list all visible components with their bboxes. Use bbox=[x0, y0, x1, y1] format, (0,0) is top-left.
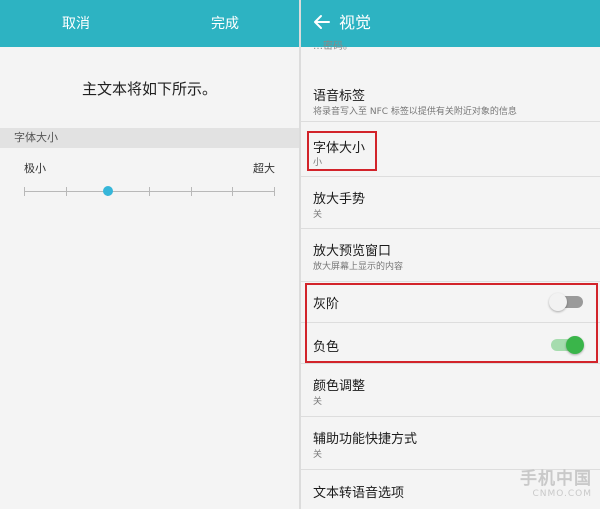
back-arrow-icon[interactable] bbox=[313, 13, 331, 31]
toggle-knob bbox=[549, 293, 567, 311]
done-button[interactable]: 完成 bbox=[211, 15, 239, 33]
slider-tick bbox=[232, 187, 233, 196]
setting-subtitle: 放大屏幕上显示的内容 bbox=[313, 262, 404, 272]
setting-title: 放大预览窗口 bbox=[313, 244, 392, 259]
setting-subtitle: 关 bbox=[313, 397, 323, 407]
scale-max-label: 超大 bbox=[253, 162, 275, 175]
setting-font-size[interactable]: 字体大小 小 bbox=[301, 122, 600, 177]
watermark-sub: CNMO.COM bbox=[532, 489, 592, 499]
partial-description: …密码。 bbox=[313, 41, 353, 52]
preview-text: 主文本将如下所示。 bbox=[81, 80, 217, 98]
font-size-panel: 取消 完成 主文本将如下所示。 字体大小 极小 超大 bbox=[0, 0, 299, 509]
slider-tick bbox=[274, 187, 275, 196]
section-header-font-size: 字体大小 bbox=[0, 128, 299, 148]
slider-tick bbox=[66, 187, 67, 196]
setting-title: 负色 bbox=[313, 340, 340, 355]
slider-thumb[interactable] bbox=[103, 186, 113, 196]
setting-voice-label[interactable]: 语音标签 将录音写入至 NFC 标签以提供有关附近对象的信息 bbox=[301, 67, 600, 122]
slider-tick bbox=[149, 187, 150, 196]
cancel-button[interactable]: 取消 bbox=[62, 15, 90, 33]
grayscale-toggle[interactable] bbox=[549, 293, 583, 311]
setting-subtitle: 关 bbox=[313, 450, 323, 460]
scale-min-label: 极小 bbox=[24, 162, 46, 175]
setting-title: 放大手势 bbox=[313, 192, 366, 207]
setting-subtitle: 将录音写入至 NFC 标签以提供有关附近对象的信息 bbox=[313, 107, 517, 117]
setting-subtitle: 小 bbox=[313, 158, 323, 168]
setting-subtitle: 关 bbox=[313, 210, 323, 220]
page-title: 视觉 bbox=[339, 13, 372, 32]
setting-title: 文本转语音选项 bbox=[313, 486, 405, 501]
toggle-knob bbox=[566, 336, 584, 354]
vision-settings-panel: 视觉 …密码。 语音标签 将录音写入至 NFC 标签以提供有关附近对象的信息 字… bbox=[301, 0, 600, 509]
setting-title: 语音标签 bbox=[313, 89, 366, 104]
setting-color-adjust[interactable]: 颜色调整 关 bbox=[301, 364, 600, 417]
setting-title: 辅助功能快捷方式 bbox=[313, 432, 418, 447]
setting-title: 颜色调整 bbox=[313, 379, 366, 394]
watermark: 手机中国 CNMO.COM bbox=[520, 464, 592, 499]
slider-tick bbox=[24, 187, 25, 196]
setting-magnify-gesture[interactable]: 放大手势 关 bbox=[301, 177, 600, 229]
negative-colors-toggle[interactable] bbox=[551, 336, 584, 354]
watermark-main: 手机中国 bbox=[520, 469, 592, 489]
setting-accessibility-shortcut[interactable]: 辅助功能快捷方式 关 bbox=[301, 417, 600, 470]
setting-negative[interactable]: 负色 bbox=[301, 323, 600, 364]
setting-title: 字体大小 bbox=[313, 141, 366, 156]
slider-tick bbox=[191, 187, 192, 196]
left-header-bar: 取消 完成 bbox=[0, 0, 299, 47]
setting-grayscale[interactable]: 灰阶 bbox=[301, 282, 600, 323]
setting-magnify-window[interactable]: 放大预览窗口 放大屏幕上显示的内容 bbox=[301, 229, 600, 282]
setting-title: 灰阶 bbox=[313, 297, 340, 312]
font-size-slider[interactable] bbox=[24, 184, 275, 198]
